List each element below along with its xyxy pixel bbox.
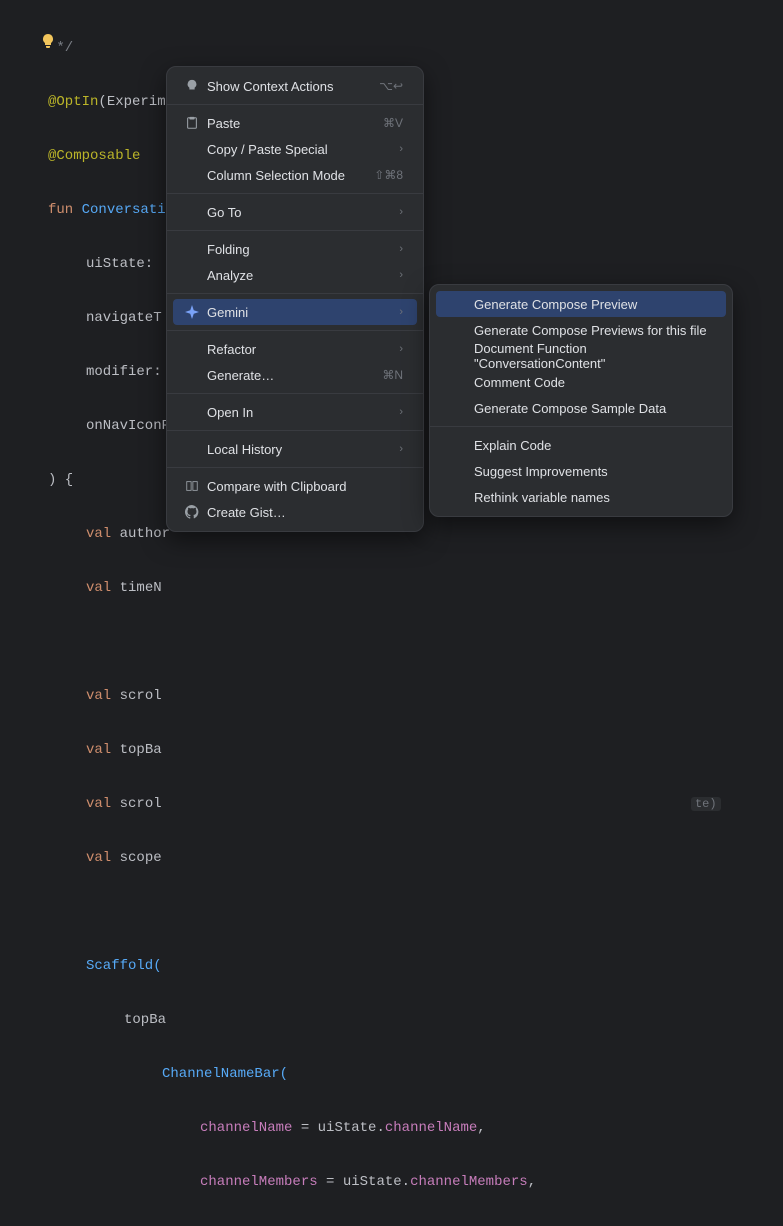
- menu-shortcut: ⌥↩: [379, 79, 403, 93]
- optin-annotation: @OptIn: [48, 94, 98, 110]
- menu-item-label: Generate Compose Preview: [474, 297, 712, 312]
- context-menu-item-local-history[interactable]: Local History ›: [173, 436, 417, 462]
- context-menu-separator: [167, 467, 423, 468]
- menu-item-label: Copy / Paste Special: [207, 142, 393, 157]
- context-menu-item-go-to[interactable]: Go To ›: [173, 199, 417, 225]
- gemini-submenu-item-document-function-conversationcontent[interactable]: Document Function "ConversationContent": [436, 343, 726, 369]
- menu-item-label: Generate Compose Previews for this file: [474, 323, 712, 338]
- menu-item-label: Suggest Improvements: [474, 464, 712, 479]
- menu-item-label: Rethink variable names: [474, 490, 712, 505]
- context-menu-item-generate[interactable]: Generate…⌘N: [173, 362, 417, 388]
- gemini-submenu-item-rethink-variable-names[interactable]: Rethink variable names: [436, 484, 726, 510]
- gemini-submenu-item-comment-code[interactable]: Comment Code: [436, 369, 726, 395]
- menu-item-label: Refactor: [207, 342, 393, 357]
- chevron-right-icon: ›: [399, 343, 403, 355]
- github-icon: [183, 505, 201, 519]
- chevron-right-icon: ›: [399, 243, 403, 255]
- context-menu-separator: [167, 293, 423, 294]
- gemini-submenu-separator: [430, 426, 732, 427]
- context-menu-item-open-in[interactable]: Open In ›: [173, 399, 417, 425]
- menu-item-label: Folding: [207, 242, 393, 257]
- menu-item-label: Analyze: [207, 268, 393, 283]
- menu-item-label: Go To: [207, 205, 393, 220]
- context-menu-item-paste[interactable]: Paste⌘V: [173, 110, 417, 136]
- menu-item-label: Comment Code: [474, 375, 712, 390]
- context-menu: Show Context Actions⌥↩Paste⌘VCopy / Past…: [166, 66, 424, 532]
- context-menu-item-analyze[interactable]: Analyze ›: [173, 262, 417, 288]
- gemini-submenu-item-generate-compose-sample-data[interactable]: Generate Compose Sample Data: [436, 395, 726, 421]
- menu-item-label: Explain Code: [474, 438, 712, 453]
- gemini-submenu-item-generate-compose-previews-for-this-file[interactable]: Generate Compose Previews for this file: [436, 317, 726, 343]
- menu-shortcut: ⌘V: [383, 116, 403, 130]
- menu-item-label: Column Selection Mode: [207, 168, 374, 183]
- menu-item-label: Document Function "ConversationContent": [474, 341, 712, 371]
- bulb-icon: [183, 79, 201, 93]
- chevron-right-icon: ›: [399, 306, 403, 318]
- menu-item-label: Generate…: [207, 368, 382, 383]
- context-menu-item-create-gist[interactable]: Create Gist…: [173, 499, 417, 525]
- context-menu-separator: [167, 230, 423, 231]
- context-menu-separator: [167, 330, 423, 331]
- context-menu-item-column-selection-mode[interactable]: Column Selection Mode⇧⌘8: [173, 162, 417, 188]
- chevron-right-icon: ›: [399, 269, 403, 281]
- menu-item-label: Paste: [207, 116, 383, 131]
- gemini-submenu-item-generate-compose-preview[interactable]: Generate Compose Preview: [436, 291, 726, 317]
- context-menu-separator: [167, 393, 423, 394]
- scaffold-call: Scaffold(: [86, 958, 162, 974]
- context-menu-separator: [167, 104, 423, 105]
- gemini-submenu-item-explain-code[interactable]: Explain Code: [436, 432, 726, 458]
- context-menu-item-gemini[interactable]: Gemini ›: [173, 299, 417, 325]
- context-menu-item-copy-paste-special[interactable]: Copy / Paste Special ›: [173, 136, 417, 162]
- composable-annotation: @Composable: [48, 148, 140, 164]
- menu-item-label: Gemini: [207, 305, 393, 320]
- context-menu-item-compare-with-clipboard[interactable]: Compare with Clipboard: [173, 473, 417, 499]
- context-menu-separator: [167, 430, 423, 431]
- gemini-icon: [183, 305, 201, 319]
- chevron-right-icon: ›: [399, 406, 403, 418]
- context-menu-separator: [167, 193, 423, 194]
- chevron-right-icon: ›: [399, 206, 403, 218]
- menu-item-label: Compare with Clipboard: [207, 479, 403, 494]
- menu-item-label: Show Context Actions: [207, 79, 379, 94]
- gemini-submenu-item-suggest-improvements[interactable]: Suggest Improvements: [436, 458, 726, 484]
- gemini-submenu: Generate Compose Preview Generate Compose…: [429, 284, 733, 517]
- context-menu-item-show-context-actions[interactable]: Show Context Actions⌥↩: [173, 73, 417, 99]
- context-menu-item-folding[interactable]: Folding ›: [173, 236, 417, 262]
- menu-shortcut: ⇧⌘8: [374, 168, 403, 182]
- chevron-right-icon: ›: [399, 143, 403, 155]
- menu-item-label: Generate Compose Sample Data: [474, 401, 712, 416]
- paste-icon: [183, 116, 201, 130]
- menu-shortcut: ⌘N: [382, 368, 403, 382]
- chevron-right-icon: ›: [399, 443, 403, 455]
- menu-item-label: Open In: [207, 405, 393, 420]
- menu-item-label: Local History: [207, 442, 393, 457]
- menu-item-label: Create Gist…: [207, 505, 403, 520]
- context-menu-item-refactor[interactable]: Refactor ›: [173, 336, 417, 362]
- intention-bulb-icon[interactable]: [40, 33, 56, 49]
- compare-icon: [183, 479, 201, 493]
